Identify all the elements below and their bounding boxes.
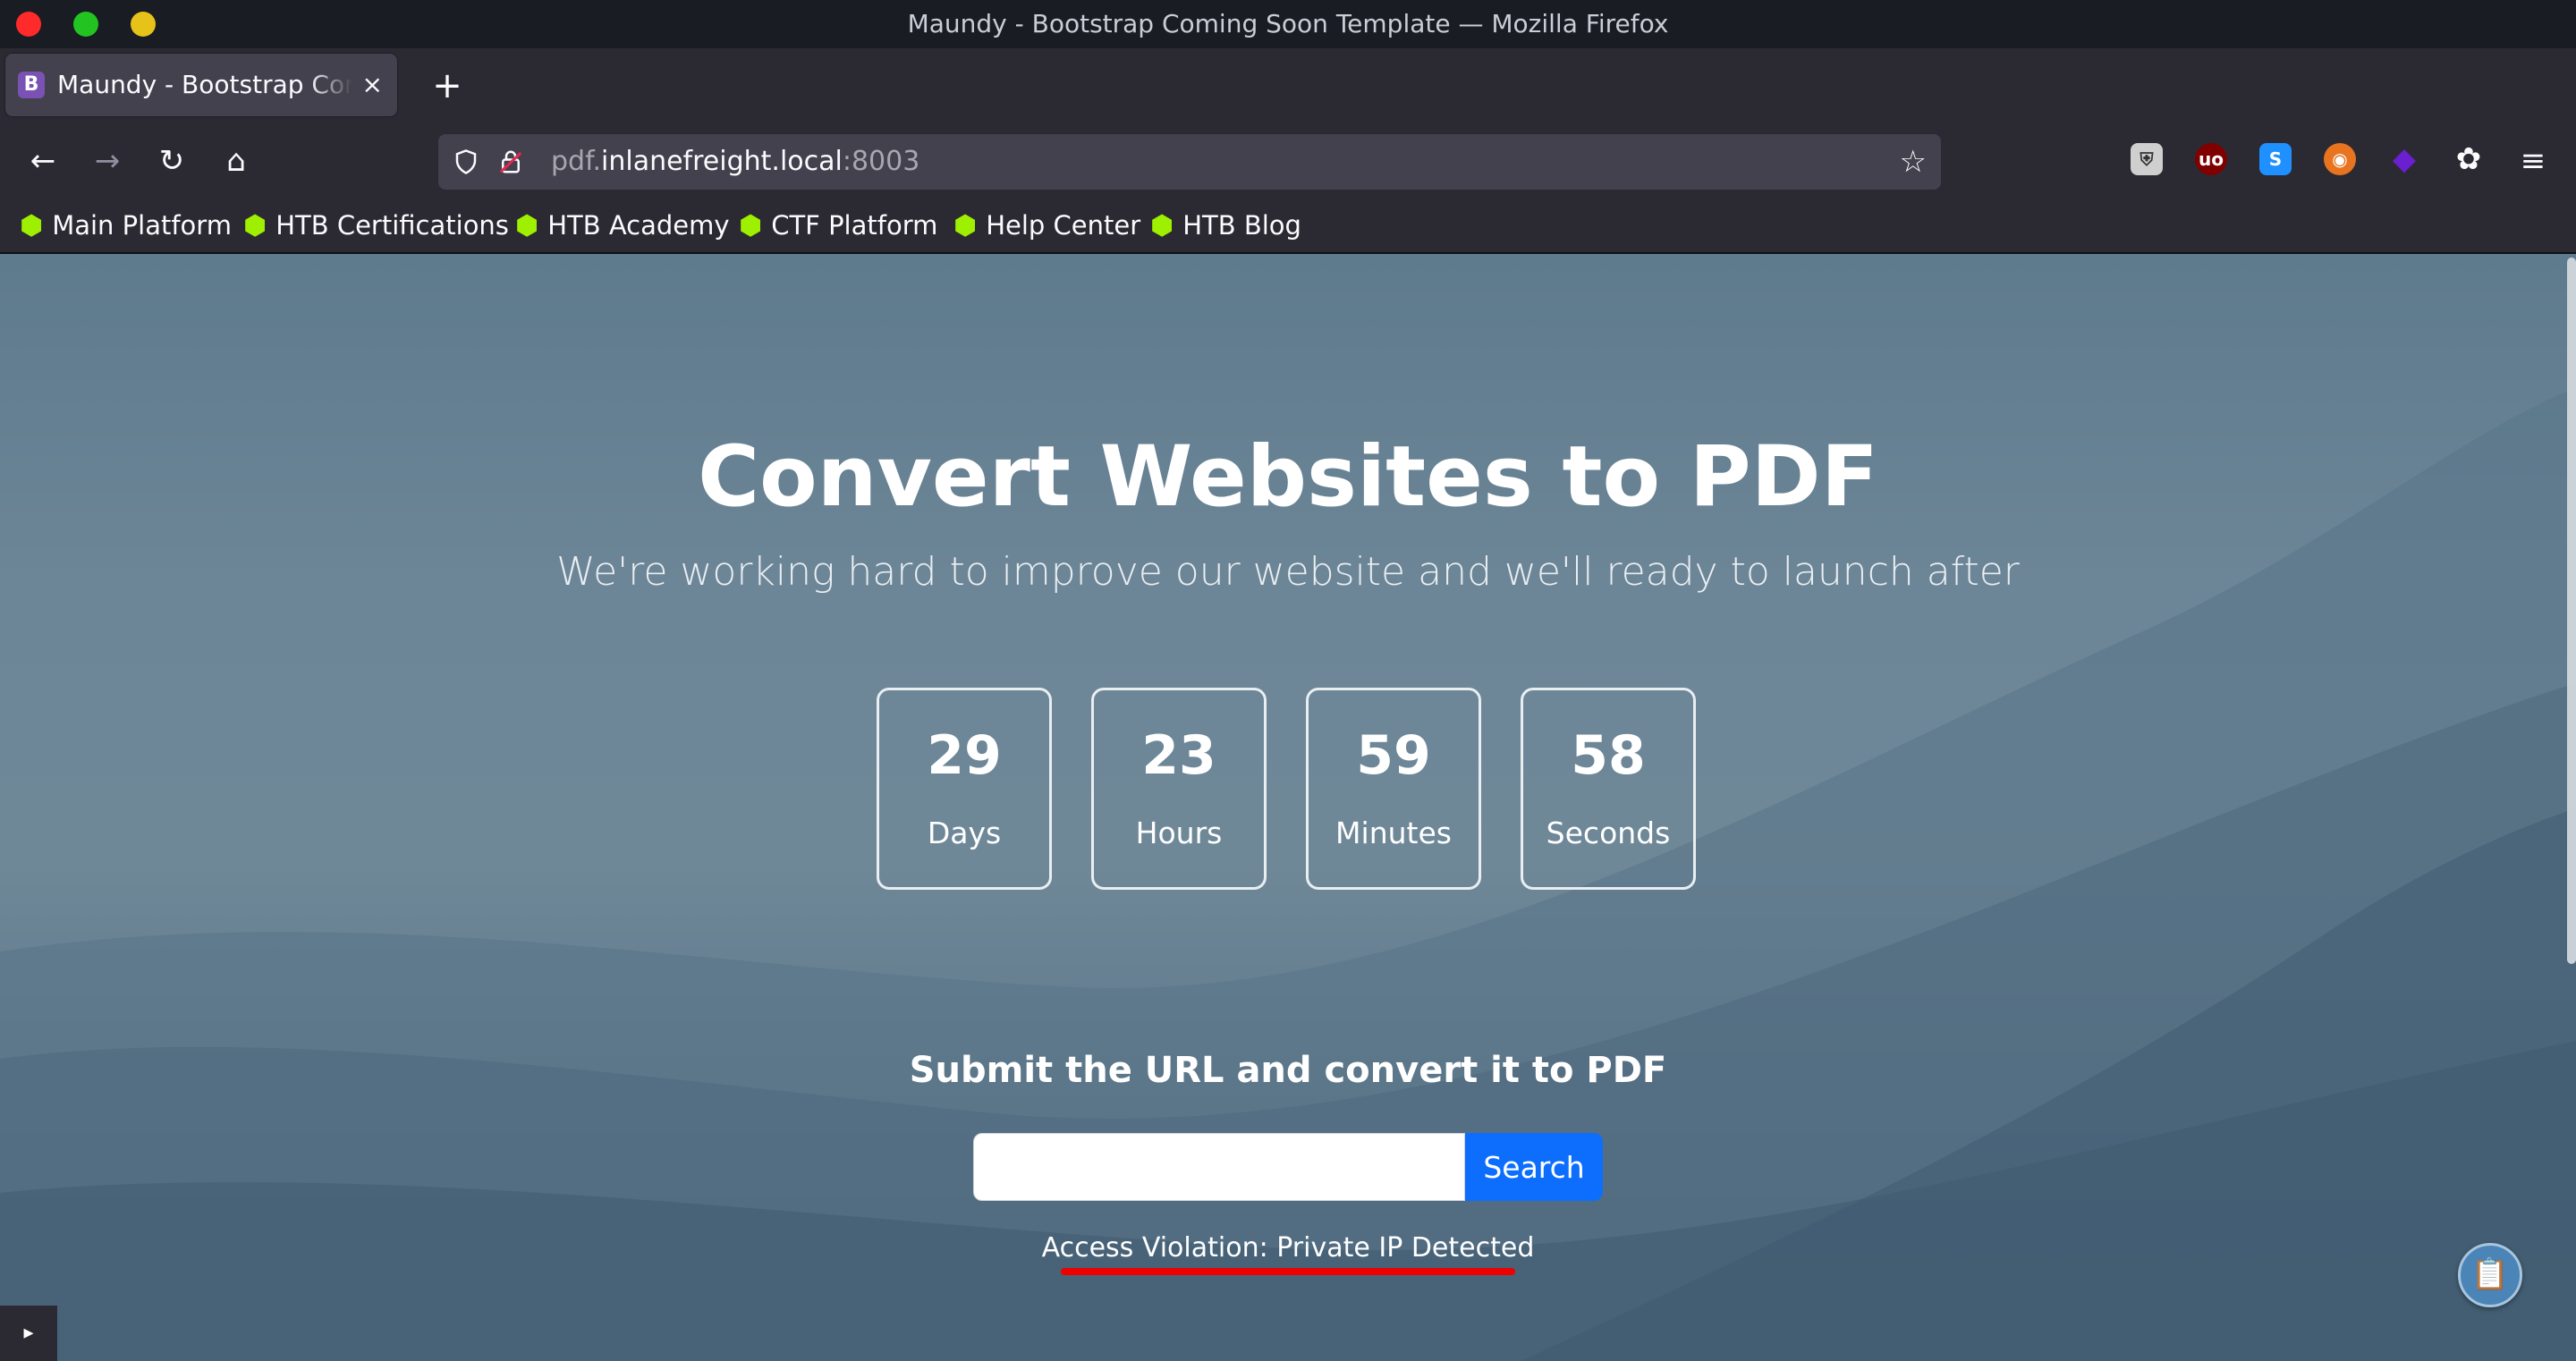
window-titlebar: Maundy - Bootstrap Coming Soon Template … (0, 0, 2576, 48)
bookmarks-toolbar: ⬢ Main Platform ⬢ HTB Certifications ⬢ HTB … (0, 199, 2576, 254)
url-subdomain: pdf. (551, 146, 602, 177)
url-text[interactable]: pdf.inlanefreight.local:8003 (551, 134, 919, 190)
tab-title: Maundy - Bootstrap Coming Soon Template (57, 70, 352, 99)
bookmark-ctf-platform[interactable]: ⬢ CTF Platform (739, 199, 937, 252)
navigation-toolbar: ← → ↻ ⌂ pdf.inlanefreight.local:8003 ☆ ⛨… (0, 125, 2576, 199)
htb-cube-icon: ⬢ (1150, 210, 1174, 241)
bootstrap-favicon-icon: B (18, 72, 45, 98)
htb-cube-icon: ⬢ (515, 210, 539, 241)
menu-icon[interactable]: ≡ (2508, 136, 2558, 186)
home-button[interactable]: ⌂ (211, 136, 261, 186)
page-content: Convert Websites to PDF We're working ha… (0, 254, 2576, 1361)
forward-button[interactable]: → (82, 136, 132, 186)
bookmark-htb-certifications[interactable]: ⬢ HTB Certifications (243, 199, 509, 252)
scrollbar[interactable] (2567, 258, 2576, 964)
tab-close-icon[interactable]: × (362, 54, 383, 116)
bookmark-help-center[interactable]: ⬢ Help Center (953, 199, 1140, 252)
error-message: Access Violation: Private IP Detected (1041, 1232, 1535, 1264)
back-button[interactable]: ← (18, 136, 68, 186)
shield-icon[interactable] (453, 148, 479, 175)
new-tab-button[interactable]: + (420, 59, 474, 113)
window-title: Maundy - Bootstrap Coming Soon Template … (907, 9, 1669, 38)
foxyproxy-icon[interactable]: ◉ (2324, 143, 2356, 175)
bookmark-main-platform[interactable]: ⬢ Main Platform (20, 199, 232, 252)
bookmark-label: HTB Blog (1182, 210, 1301, 241)
url-domain: inlanefreight.local (601, 146, 843, 177)
countdown-value: 29 (927, 724, 1002, 787)
countdown-label: Days (927, 816, 1002, 850)
countdown-value: 23 (1141, 724, 1216, 787)
countdown-label: Minutes (1335, 816, 1452, 850)
countdown-hours: 23 Hours (1091, 688, 1267, 890)
bookmark-htb-blog[interactable]: ⬢ HTB Blog (1150, 199, 1301, 252)
page-subheading: We're working hard to improve our websit… (556, 549, 2020, 595)
bookmark-label: HTB Academy (547, 210, 730, 241)
clipboard-icon[interactable]: 📋 (2458, 1243, 2522, 1307)
bookmark-label: Help Center (986, 210, 1141, 241)
tab-maundy[interactable]: B Maundy - Bootstrap Coming Soon Templat… (5, 54, 397, 116)
countdown-value: 59 (1356, 724, 1431, 787)
mask-icon[interactable]: ⛨ (2131, 143, 2163, 175)
countdown-days: 29 Days (877, 688, 1052, 890)
countdown-seconds: 58 Seconds (1521, 688, 1696, 890)
countdown-minutes: 59 Minutes (1306, 688, 1481, 890)
bookmark-label: CTF Platform (771, 210, 938, 241)
bookmark-label: HTB Certifications (275, 210, 509, 241)
countdown-value: 58 (1571, 724, 1646, 787)
ublock-icon[interactable]: uo (2195, 143, 2227, 175)
url-form-label: Submit the URL and convert it to PDF (909, 1050, 1667, 1091)
reload-button[interactable]: ↻ (147, 136, 197, 186)
url-input[interactable] (973, 1133, 1465, 1201)
bookmark-star-icon[interactable]: ☆ (1900, 134, 1927, 190)
page-heading: Convert Websites to PDF (698, 428, 1878, 526)
error-underline-annotation (1061, 1268, 1515, 1275)
insecure-lock-icon[interactable] (497, 148, 524, 175)
s-extension-icon[interactable]: S (2259, 143, 2292, 175)
htb-cube-icon: ⬢ (243, 210, 267, 241)
htb-cube-icon: ⬢ (20, 210, 44, 241)
htb-cube-icon: ⬢ (953, 210, 978, 241)
tab-strip: B Maundy - Bootstrap Coming Soon Templat… (0, 48, 2576, 125)
search-button[interactable]: Search (1465, 1133, 1603, 1201)
cookie-icon[interactable]: ✿ (2453, 143, 2485, 175)
url-port: :8003 (842, 146, 920, 177)
bookmark-label: Main Platform (52, 210, 232, 241)
sidebar-toggle-button[interactable]: ▸ (0, 1306, 57, 1361)
countdown-label: Seconds (1546, 816, 1671, 850)
htb-cube-icon: ⬢ (739, 210, 763, 241)
url-bar[interactable]: pdf.inlanefreight.local:8003 ☆ (438, 134, 1941, 190)
countdown-label: Hours (1135, 816, 1223, 850)
gem-extension-icon[interactable]: ◆ (2388, 143, 2420, 175)
bookmark-htb-academy[interactable]: ⬢ HTB Academy (515, 199, 730, 252)
